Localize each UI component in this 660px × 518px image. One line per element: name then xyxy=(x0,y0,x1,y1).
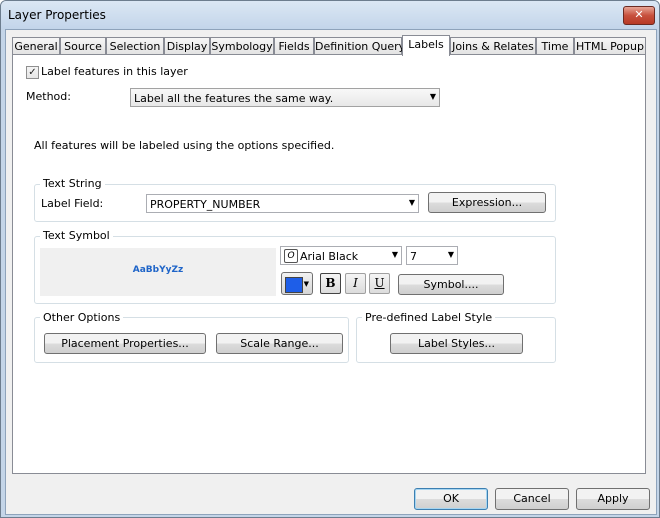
tab-definition-query[interactable]: Definition Query xyxy=(314,37,405,54)
apply-button[interactable]: Apply xyxy=(576,488,650,510)
chevron-down-icon: ▼ xyxy=(429,92,436,101)
opentype-font-icon: O xyxy=(284,249,298,263)
cancel-button[interactable]: Cancel xyxy=(495,488,569,510)
tab-html-popup[interactable]: HTML Popup xyxy=(574,37,646,54)
info-text: All features will be labeled using the o… xyxy=(34,139,335,152)
tab-fields[interactable]: Fields xyxy=(274,37,314,54)
tab-labels[interactable]: Labels xyxy=(402,35,450,56)
placement-properties-button[interactable]: Placement Properties... xyxy=(44,333,206,354)
text-symbol-title: Text Symbol xyxy=(40,229,113,242)
chevron-down-icon: ▼ xyxy=(391,250,398,259)
tab-symbology[interactable]: Symbology xyxy=(210,37,274,54)
bold-button[interactable]: B xyxy=(320,273,341,294)
symbol-button[interactable]: Symbol.... xyxy=(398,274,504,295)
text-symbol-preview: AaBbYyZz xyxy=(40,248,276,296)
label-field-label: Label Field: xyxy=(41,197,104,210)
close-button[interactable]: ✕ xyxy=(623,6,655,25)
preview-sample-text: AaBbYyZz xyxy=(132,265,184,275)
tab-selection[interactable]: Selection xyxy=(106,37,164,54)
chevron-down-icon: ▼ xyxy=(408,198,415,207)
close-icon: ✕ xyxy=(634,8,644,21)
checkmark-icon: ✓ xyxy=(28,67,37,78)
text-color-picker[interactable]: ▼ xyxy=(281,272,313,295)
method-label: Method: xyxy=(26,90,71,103)
label-field-dropdown[interactable]: PROPERTY_NUMBER ▼ xyxy=(146,194,419,213)
tab-general[interactable]: General xyxy=(12,37,60,54)
title-bar[interactable]: Layer Properties ✕ xyxy=(1,1,659,29)
method-dropdown[interactable]: Label all the features the same way. ▼ xyxy=(130,88,440,107)
label-features-checkbox[interactable]: ✓ xyxy=(26,66,39,79)
ok-button[interactable]: OK xyxy=(414,488,488,510)
tab-source[interactable]: Source xyxy=(60,37,106,54)
other-options-title: Other Options xyxy=(40,311,124,324)
predefined-label-style-title: Pre-defined Label Style xyxy=(362,311,496,324)
underline-button[interactable]: U xyxy=(369,273,390,294)
text-string-title: Text String xyxy=(40,177,105,190)
window-title: Layer Properties xyxy=(8,8,106,22)
color-swatch xyxy=(285,277,303,293)
tab-time[interactable]: Time xyxy=(536,37,574,54)
font-value: Arial Black xyxy=(300,250,359,263)
italic-button[interactable]: I xyxy=(345,273,366,294)
tab-joins-relates[interactable]: Joins & Relates xyxy=(450,37,536,54)
chevron-down-icon: ▼ xyxy=(447,250,454,259)
font-size-value: 7 xyxy=(410,250,417,263)
font-dropdown[interactable]: O Arial Black ▼ xyxy=(280,246,402,265)
label-field-value: PROPERTY_NUMBER xyxy=(150,198,261,211)
label-features-label: Label features in this layer xyxy=(41,65,188,78)
tab-display[interactable]: Display xyxy=(164,37,210,54)
label-styles-button[interactable]: Label Styles... xyxy=(390,333,523,354)
font-size-dropdown[interactable]: 7 ▼ xyxy=(406,246,458,265)
layer-properties-window: Layer Properties ✕ General Source Select… xyxy=(0,0,660,518)
scale-range-button[interactable]: Scale Range... xyxy=(216,333,343,354)
method-value: Label all the features the same way. xyxy=(134,92,334,105)
expression-button[interactable]: Expression... xyxy=(428,192,546,213)
dialog-client: General Source Selection Display Symbolo… xyxy=(5,29,657,515)
chevron-down-icon: ▼ xyxy=(303,280,309,288)
